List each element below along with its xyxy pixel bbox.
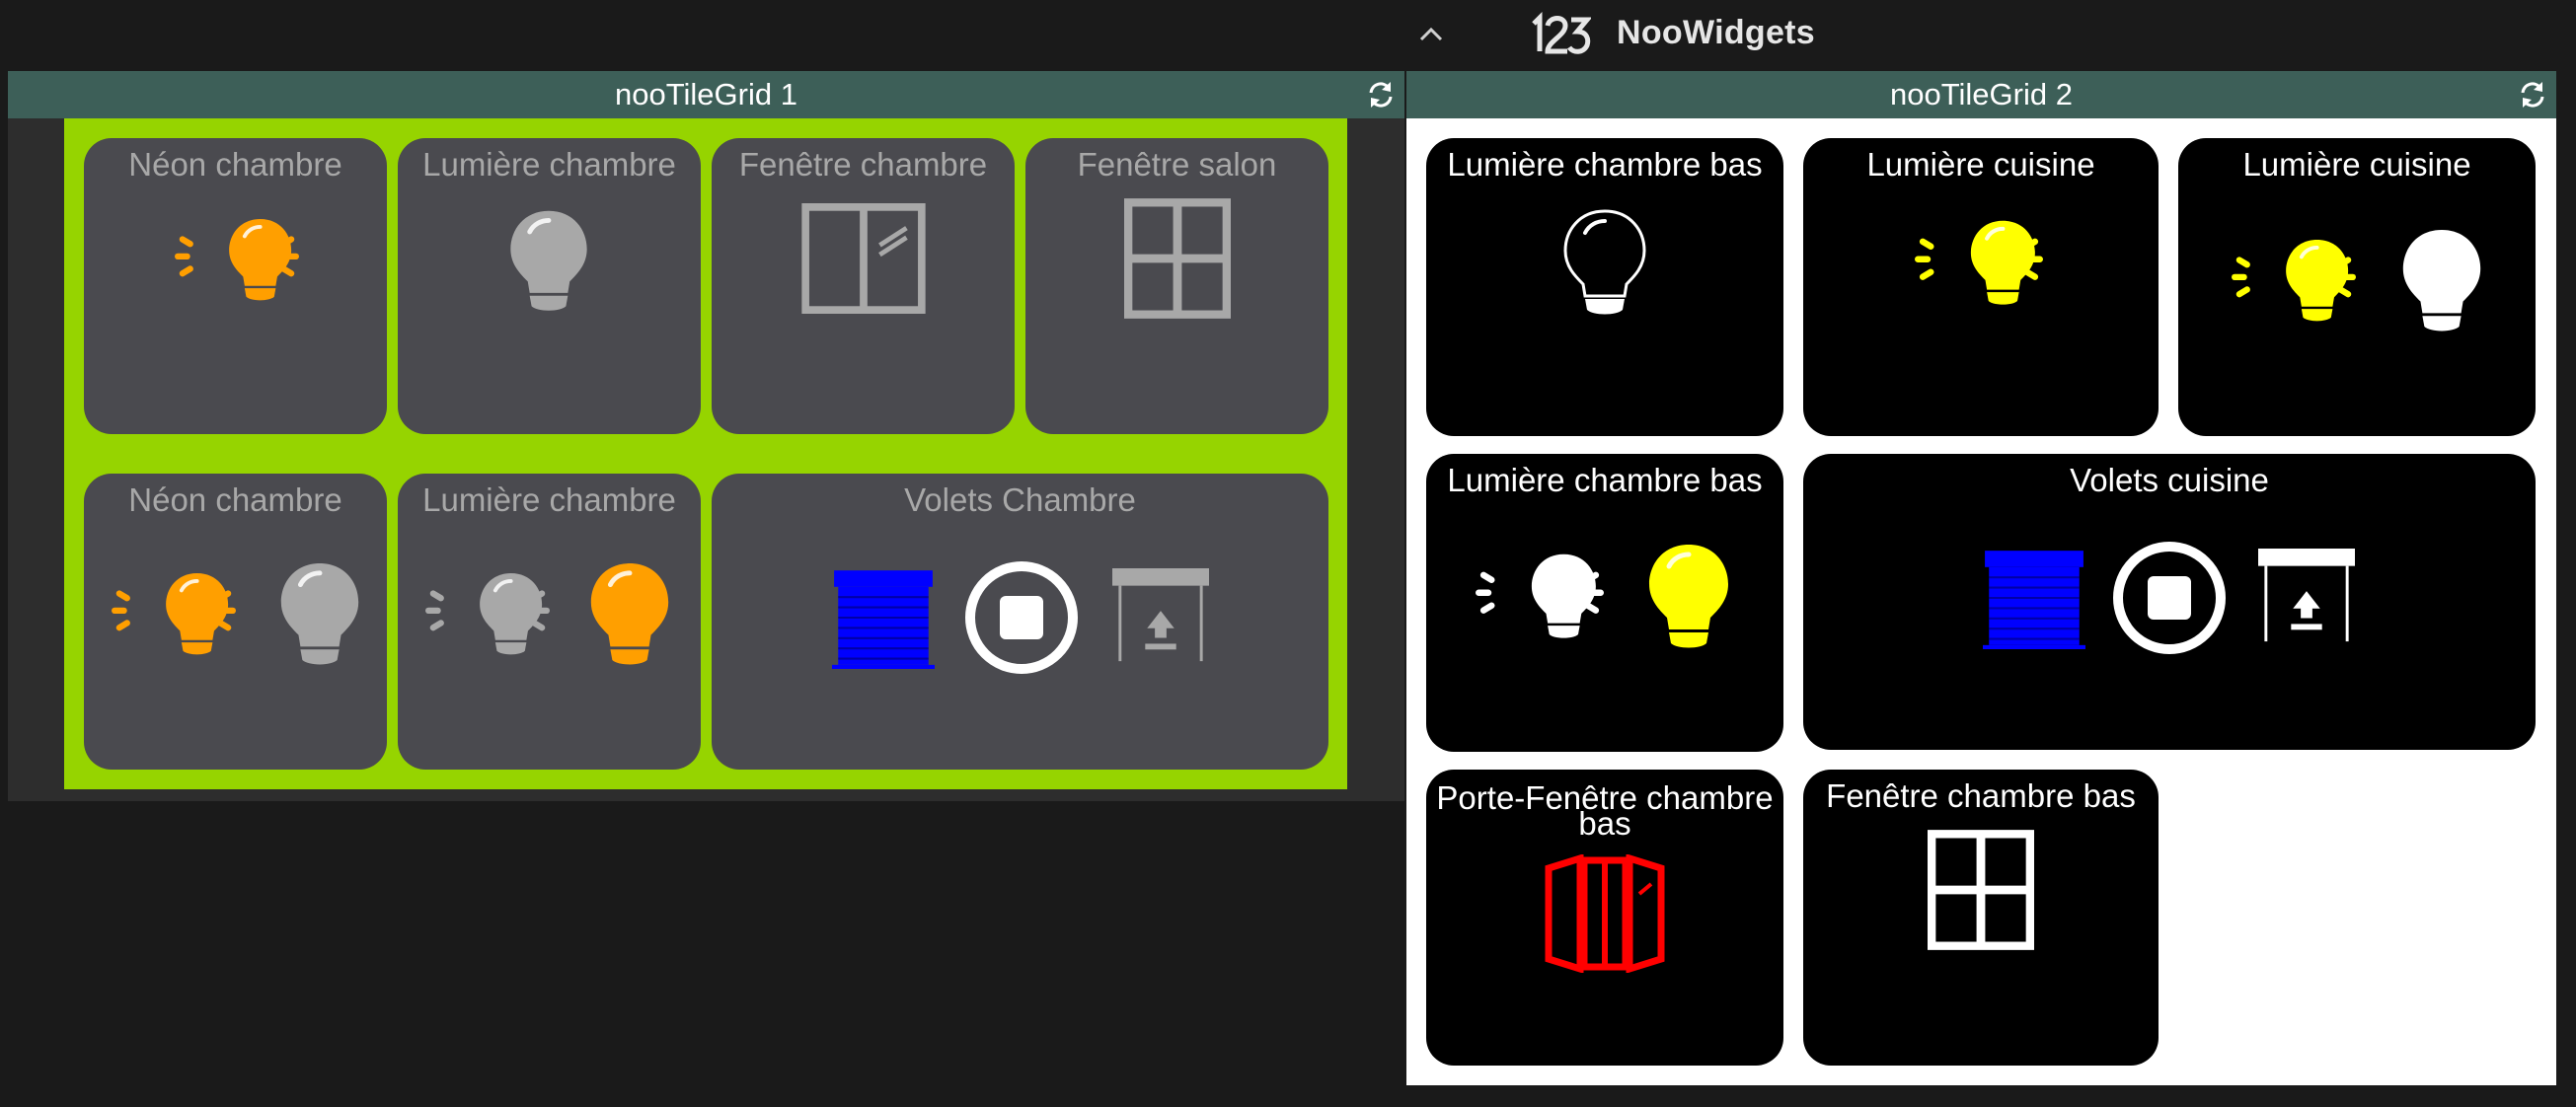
bulb-off-icon — [499, 203, 598, 318]
bulb-on-icon — [1915, 201, 2043, 324]
app-title: NooWidgets — [1617, 14, 1816, 51]
tile-title: Néon chambre — [128, 146, 342, 183]
tile-title: Lumière chambre bas — [1447, 462, 1763, 498]
tile-volets-cuisine[interactable]: Volets cuisine — [1803, 454, 2536, 750]
123-logo-icon — [1528, 10, 1593, 59]
tile-lumiere-chambre-bas-2[interactable]: Lumière chambre bas — [1426, 454, 1783, 752]
tile-fenetre-chambre-bas[interactable]: Fenêtre chambre bas — [1803, 770, 2159, 1066]
tile-porte-fenetre-chambre-bas[interactable]: Porte-Fenêtre chambre bas — [1426, 770, 1783, 1066]
tile-title: Lumière chambre — [422, 481, 676, 518]
french-door-open-icon — [1541, 854, 1669, 973]
tile-title: Lumière cuisine — [1866, 146, 2095, 183]
shutter-closed-icon — [832, 566, 935, 669]
tile-grid-2-panel: nooTileGrid 2 Lumière chambre bas Lumièr… — [1406, 71, 2556, 1085]
tile-neon-chambre-2[interactable]: Néon chambre — [84, 474, 387, 770]
window-double-icon — [801, 203, 926, 314]
stop-icon[interactable] — [2110, 539, 2229, 657]
tile-fenetre-chambre[interactable]: Fenêtre chambre — [712, 138, 1015, 434]
tile-title: Porte-Fenêtre chambre bas — [1436, 779, 1774, 842]
tile-grid-1-title: nooTileGrid 1 — [615, 77, 797, 111]
tile-title: Fenêtre chambre bas — [1826, 777, 2136, 814]
tile-title: Lumière cuisine — [2242, 146, 2471, 183]
bulb-off-icon — [2393, 219, 2490, 341]
bulb-off-icon — [581, 554, 678, 673]
bulb-on-icon — [2232, 219, 2356, 341]
bulb-on-icon — [1476, 535, 1604, 657]
tile-lumiere-cuisine-2[interactable]: Lumière cuisine — [2178, 138, 2536, 436]
tile-title: Fenêtre chambre — [738, 146, 988, 183]
tile-grid-2-title: nooTileGrid 2 — [1890, 77, 2073, 111]
tile-volets-chambre[interactable]: Volets Chambre — [712, 474, 1328, 770]
tile-neon-chambre[interactable]: Néon chambre — [84, 138, 387, 434]
app-header: NooWidgets — [0, 0, 2576, 71]
refresh-icon[interactable] — [1365, 79, 1397, 111]
tile-fenetre-salon[interactable]: Fenêtre salon — [1025, 138, 1328, 434]
bulb-off-icon — [271, 554, 368, 673]
window-four-pane-icon — [1124, 197, 1231, 320]
tile-grid-2-header: nooTileGrid 2 — [1406, 71, 2556, 118]
tile-title: Lumière chambre — [422, 146, 676, 183]
shutter-open-icon — [1112, 568, 1209, 665]
tile-title: Fenêtre salon — [1077, 146, 1277, 183]
tile-title: Néon chambre — [128, 481, 342, 518]
window-four-pane-icon — [1928, 829, 2034, 951]
bulb-on-icon — [112, 554, 236, 673]
tile-lumiere-chambre-bas[interactable]: Lumière chambre bas — [1426, 138, 1783, 436]
refresh-icon[interactable] — [2517, 79, 2548, 111]
tile-lumiere-chambre[interactable]: Lumière chambre — [398, 138, 701, 434]
bulb-off-icon — [1555, 201, 1654, 324]
shutter-open-icon — [2257, 549, 2356, 645]
tile-grid-1-header: nooTileGrid 1 — [8, 71, 1404, 118]
stop-icon[interactable] — [962, 558, 1081, 677]
tile-title: Lumière chambre bas — [1447, 146, 1763, 183]
bulb-on-icon — [425, 554, 550, 673]
tile-lumiere-cuisine[interactable]: Lumière cuisine — [1803, 138, 2159, 436]
shutter-closed-icon — [1983, 547, 2085, 649]
tile-lumiere-chambre-2[interactable]: Lumière chambre — [398, 474, 701, 770]
tile-title: Volets Chambre — [904, 481, 1136, 518]
bottom-divider — [1406, 1085, 2556, 1107]
bulb-off-icon — [1639, 535, 1738, 657]
tile-title: Volets cuisine — [2070, 462, 2269, 498]
chevron-up-icon[interactable] — [1413, 22, 1449, 45]
bulb-on-icon — [175, 203, 299, 316]
tile-grid-1-panel: nooTileGrid 1 Néon chambre Lumière chamb… — [8, 71, 1404, 801]
